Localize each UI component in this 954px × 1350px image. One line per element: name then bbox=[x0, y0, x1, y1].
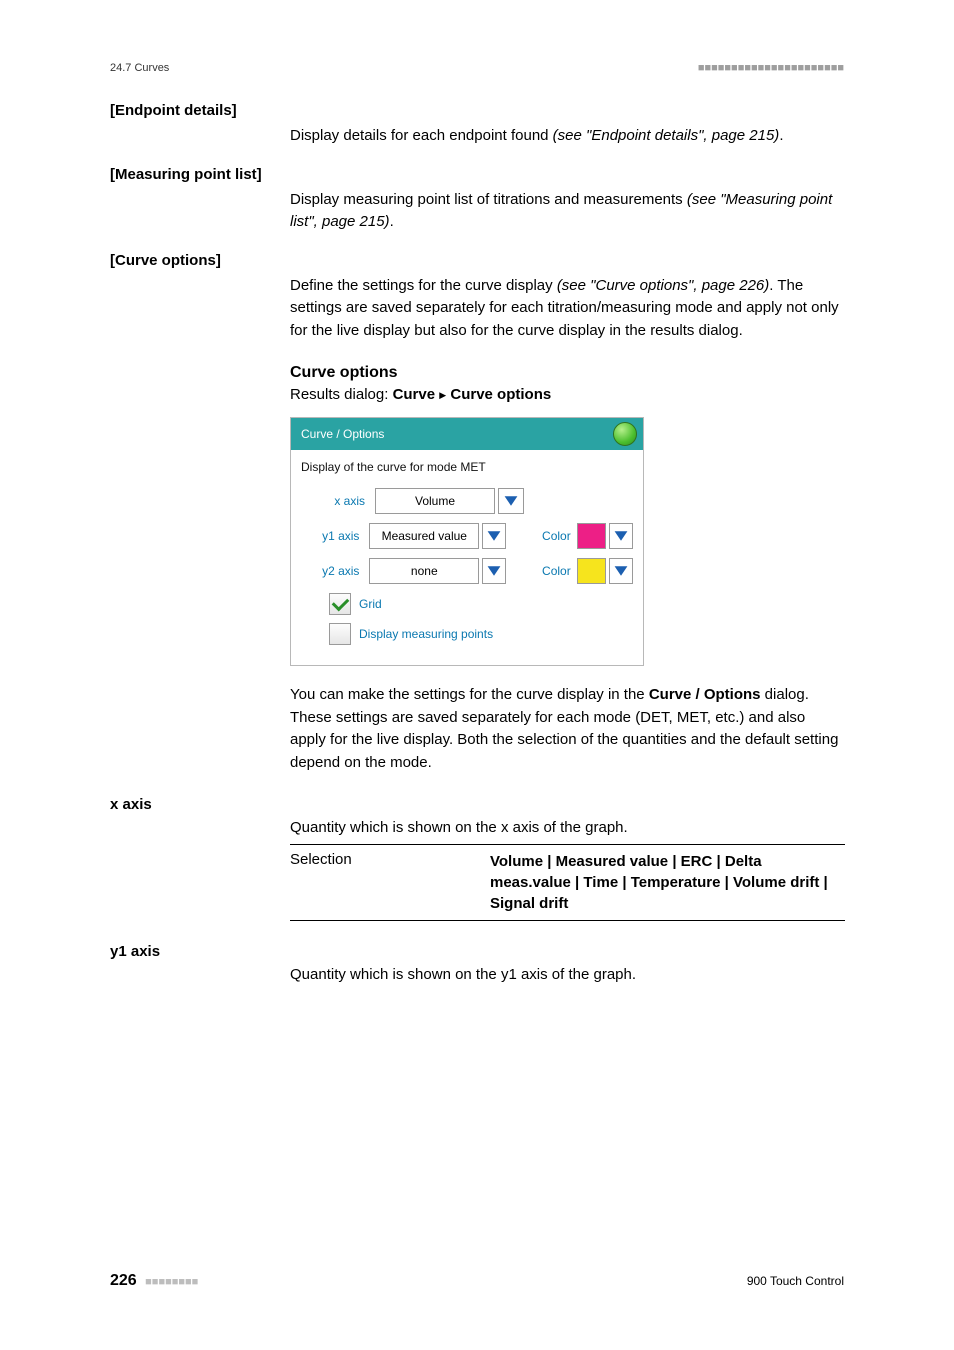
breadcrumb-curve: Curve bbox=[393, 386, 436, 403]
row-y1-axis: y1 axis Measured value Color bbox=[301, 523, 633, 549]
grid-check-row: Grid bbox=[301, 593, 633, 615]
x-axis-selection-table: Selection Volume | Measured value | ERC … bbox=[290, 844, 845, 921]
selection-key: Selection bbox=[290, 851, 490, 914]
def-body-ref: (see "Curve options", page 226) bbox=[557, 277, 769, 294]
y2-axis-dropdown-button[interactable] bbox=[482, 558, 506, 584]
breadcrumb-prefix: Results dialog: bbox=[290, 386, 393, 403]
def-endpoint-details: [Endpoint details] Display details for e… bbox=[110, 102, 844, 148]
def-body-suffix: . bbox=[779, 127, 783, 144]
y1-axis-desc: Quantity which is shown on the y1 axis o… bbox=[290, 966, 844, 983]
y1-axis-select[interactable]: Measured value bbox=[369, 523, 479, 549]
breadcrumb-curve-options: Curve options bbox=[450, 386, 551, 403]
def-body-text: Define the settings for the curve displa… bbox=[290, 277, 557, 294]
def-body-ref: (see "Endpoint details", page 215) bbox=[553, 127, 780, 144]
row-y2-axis: y2 axis none Color bbox=[301, 558, 633, 584]
y1-color-label: Color bbox=[506, 529, 577, 543]
chevron-down-icon bbox=[486, 529, 502, 543]
explainer-bold: Curve / Options bbox=[649, 686, 761, 703]
y2-axis-select[interactable]: none bbox=[369, 558, 479, 584]
chevron-down-icon bbox=[503, 494, 519, 508]
chevron-down-icon bbox=[613, 564, 629, 578]
selection-value: Volume | Measured value | ERC | Delta me… bbox=[490, 851, 845, 914]
y1-axis-label: y1 axis bbox=[301, 529, 369, 543]
chevron-right-icon: ▶ bbox=[439, 390, 446, 400]
dialog-title: Curve / Options bbox=[301, 427, 384, 441]
chevron-down-icon bbox=[486, 564, 502, 578]
curve-options-heading: Curve options bbox=[290, 364, 844, 382]
section-path: 24.7 Curves bbox=[110, 62, 169, 74]
def-label: [Measuring point list] bbox=[110, 166, 844, 183]
help-icon[interactable] bbox=[613, 422, 637, 446]
header-bars: ■■■■■■■■■■■■■■■■■■■■■■ bbox=[698, 62, 844, 74]
y2-axis-label: y2 axis bbox=[301, 564, 369, 578]
display-points-checkbox[interactable] bbox=[329, 623, 351, 645]
def-body: Define the settings for the curve displa… bbox=[290, 275, 844, 343]
product-name: 900 Touch Control bbox=[747, 1274, 844, 1288]
x-axis-select[interactable]: Volume bbox=[375, 488, 495, 514]
curve-options-explainer: You can make the settings for the curve … bbox=[290, 684, 844, 774]
footer-bars: ■■■■■■■■ bbox=[145, 1276, 198, 1288]
y2-color-swatch[interactable] bbox=[577, 558, 606, 584]
x-axis-heading: x axis bbox=[110, 796, 844, 813]
curve-options-dialog: Curve / Options Display of the curve for… bbox=[290, 417, 644, 666]
def-body: Display measuring point list of titratio… bbox=[290, 189, 844, 234]
y1-axis-dropdown-button[interactable] bbox=[482, 523, 506, 549]
page-header: 24.7 Curves ■■■■■■■■■■■■■■■■■■■■■■ bbox=[110, 62, 844, 74]
x-axis-dropdown-button[interactable] bbox=[498, 488, 524, 514]
row-x-axis: x axis Volume bbox=[301, 488, 633, 514]
page-number-value: 226 bbox=[110, 1272, 137, 1289]
def-label: [Endpoint details] bbox=[110, 102, 844, 119]
x-axis-desc: Quantity which is shown on the x axis of… bbox=[290, 819, 844, 836]
x-axis-label: x axis bbox=[301, 494, 375, 508]
page-number: 226 ■■■■■■■■ bbox=[110, 1272, 198, 1290]
def-body-text: Display details for each endpoint found bbox=[290, 127, 553, 144]
page-footer: 226 ■■■■■■■■ 900 Touch Control bbox=[110, 1272, 844, 1290]
dialog-titlebar: Curve / Options bbox=[291, 418, 643, 450]
def-measuring-point-list: [Measuring point list] Display measuring… bbox=[110, 166, 844, 234]
y1-axis-heading: y1 axis bbox=[110, 943, 844, 960]
y2-color-label: Color bbox=[506, 564, 577, 578]
def-label: [Curve options] bbox=[110, 252, 844, 269]
dialog-subtitle: Display of the curve for mode MET bbox=[301, 456, 633, 488]
points-check-row: Display measuring points bbox=[301, 623, 633, 645]
grid-check-label: Grid bbox=[359, 597, 382, 611]
def-body-suffix: . bbox=[390, 213, 394, 230]
curve-options-breadcrumb: Results dialog: Curve ▶ Curve options bbox=[290, 386, 844, 403]
grid-checkbox[interactable] bbox=[329, 593, 351, 615]
def-curve-options: [Curve options] Define the settings for … bbox=[110, 252, 844, 343]
explainer-a: You can make the settings for the curve … bbox=[290, 686, 649, 703]
y1-color-swatch[interactable] bbox=[577, 523, 606, 549]
def-body-text: Display measuring point list of titratio… bbox=[290, 191, 687, 208]
y2-color-dropdown-button[interactable] bbox=[609, 558, 633, 584]
display-points-label: Display measuring points bbox=[359, 627, 493, 641]
y1-color-dropdown-button[interactable] bbox=[609, 523, 633, 549]
def-body: Display details for each endpoint found … bbox=[290, 125, 844, 148]
chevron-down-icon bbox=[613, 529, 629, 543]
